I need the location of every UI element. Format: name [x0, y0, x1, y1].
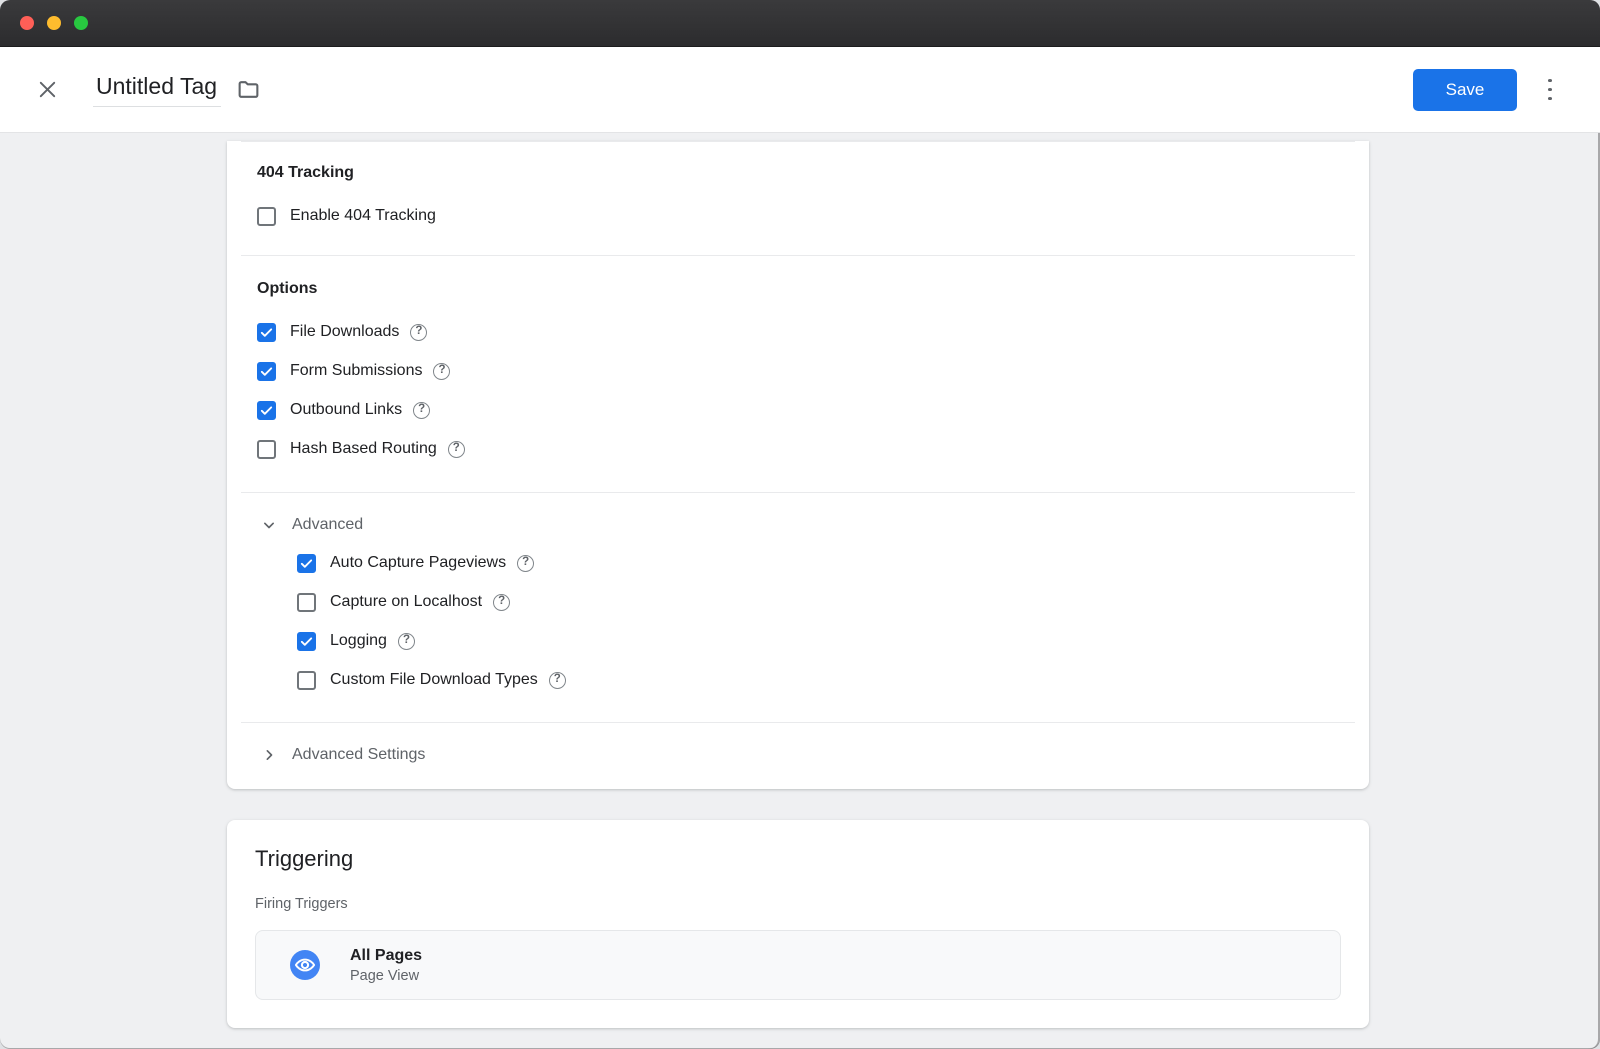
checkbox-row-form-submissions: Form Submissions — [257, 359, 1339, 383]
checkbox-logging[interactable] — [297, 632, 316, 651]
advanced-label: Advanced — [292, 516, 363, 534]
trigger-name: All Pages — [350, 947, 422, 965]
checkbox-row-auto-capture-pageviews: Auto Capture Pageviews — [297, 551, 1339, 575]
help-icon[interactable] — [413, 402, 430, 419]
tag-name-input[interactable]: Untitled Tag — [93, 73, 221, 107]
checkbox-capture-on-localhost[interactable] — [297, 593, 316, 612]
checkbox-label: Form Submissions — [290, 362, 422, 380]
checkbox-label: Custom File Download Types — [330, 671, 538, 689]
checkbox-label: Outbound Links — [290, 401, 402, 419]
help-icon[interactable] — [448, 441, 465, 458]
checkmark-icon — [299, 634, 314, 649]
window-minimize-button[interactable] — [47, 16, 61, 30]
editor-header: Untitled Tag Save — [0, 47, 1600, 133]
checkmark-icon — [259, 403, 274, 418]
section-advanced-settings: Advanced Settings — [227, 723, 1369, 789]
checkbox-outbound-links[interactable] — [257, 401, 276, 420]
checkbox-row-capture-on-localhost: Capture on Localhost — [297, 590, 1339, 614]
section-advanced: Advanced Auto Capture Pageviews — [227, 493, 1369, 722]
checkbox-label: Capture on Localhost — [330, 593, 482, 611]
page-view-eye-icon — [290, 950, 320, 980]
help-icon[interactable] — [549, 672, 566, 689]
section-404-tracking: 404 Tracking Enable 404 Tracking — [227, 142, 1369, 255]
close-icon-glyph — [36, 78, 59, 101]
kebab-dot — [1548, 79, 1553, 82]
checkbox-row-file-downloads: File Downloads — [257, 320, 1339, 344]
save-button[interactable]: Save — [1413, 69, 1517, 111]
kebab-menu-icon[interactable] — [1536, 76, 1564, 104]
section-options: Options File Downloads Form Submissions — [227, 256, 1369, 492]
checkbox-file-downloads[interactable] — [257, 323, 276, 342]
advanced-settings-toggle[interactable]: Advanced Settings — [257, 743, 1339, 767]
advanced-options-list: Auto Capture Pageviews Capture on Localh… — [297, 551, 1339, 692]
advanced-settings-label: Advanced Settings — [292, 746, 425, 764]
checkbox-row-hash-based-routing: Hash Based Routing — [257, 437, 1339, 461]
checkbox-label: Hash Based Routing — [290, 440, 437, 458]
app-window: Untitled Tag Save 404 Tracking Enable 40… — [0, 0, 1600, 1049]
checkbox-enable-404-tracking[interactable] — [257, 207, 276, 226]
checkmark-icon — [299, 556, 314, 571]
titlebar — [0, 0, 1600, 47]
checkmark-icon — [259, 325, 274, 340]
section-heading-404: 404 Tracking — [257, 164, 1339, 182]
checkbox-row-logging: Logging — [297, 629, 1339, 653]
window-close-button[interactable] — [20, 16, 34, 30]
kebab-dot — [1548, 97, 1553, 100]
checkbox-row-outbound-links: Outbound Links — [257, 398, 1339, 422]
checkbox-form-submissions[interactable] — [257, 362, 276, 381]
trigger-type: Page View — [350, 968, 422, 984]
kebab-dot — [1548, 88, 1553, 91]
folder-icon-glyph — [236, 77, 261, 102]
firing-triggers-label: Firing Triggers — [255, 896, 1341, 912]
checkbox-hash-based-routing[interactable] — [257, 440, 276, 459]
folder-icon[interactable] — [234, 76, 262, 104]
checkbox-label: Enable 404 Tracking — [290, 207, 436, 225]
trigger-text: All Pages Page View — [350, 947, 422, 984]
main-content: 404 Tracking Enable 404 Tracking Options… — [0, 133, 1600, 1049]
close-icon[interactable] — [33, 76, 61, 104]
checkbox-custom-file-download-types[interactable] — [297, 671, 316, 690]
help-icon[interactable] — [517, 555, 534, 572]
section-heading-options: Options — [257, 280, 1339, 298]
checkbox-label: Logging — [330, 632, 387, 650]
checkbox-auto-capture-pageviews[interactable] — [297, 554, 316, 573]
checkbox-row-enable-404: Enable 404 Tracking — [257, 204, 1339, 228]
triggering-heading: Triggering — [255, 846, 1341, 872]
checkbox-label: File Downloads — [290, 323, 399, 341]
help-icon[interactable] — [398, 633, 415, 650]
help-icon[interactable] — [410, 324, 427, 341]
window-zoom-button[interactable] — [74, 16, 88, 30]
checkbox-row-custom-file-download-types: Custom File Download Types — [297, 668, 1339, 692]
tag-configuration-card: 404 Tracking Enable 404 Tracking Options… — [227, 141, 1369, 789]
triggering-card: Triggering Firing Triggers All Pages Pag… — [227, 820, 1369, 1028]
chevron-right-icon — [257, 743, 281, 767]
trigger-row-all-pages[interactable]: All Pages Page View — [255, 930, 1341, 1000]
help-icon[interactable] — [493, 594, 510, 611]
checkmark-icon — [259, 364, 274, 379]
help-icon[interactable] — [433, 363, 450, 380]
chevron-down-icon — [257, 513, 281, 537]
checkbox-label: Auto Capture Pageviews — [330, 554, 506, 572]
advanced-toggle[interactable]: Advanced — [257, 513, 1339, 537]
